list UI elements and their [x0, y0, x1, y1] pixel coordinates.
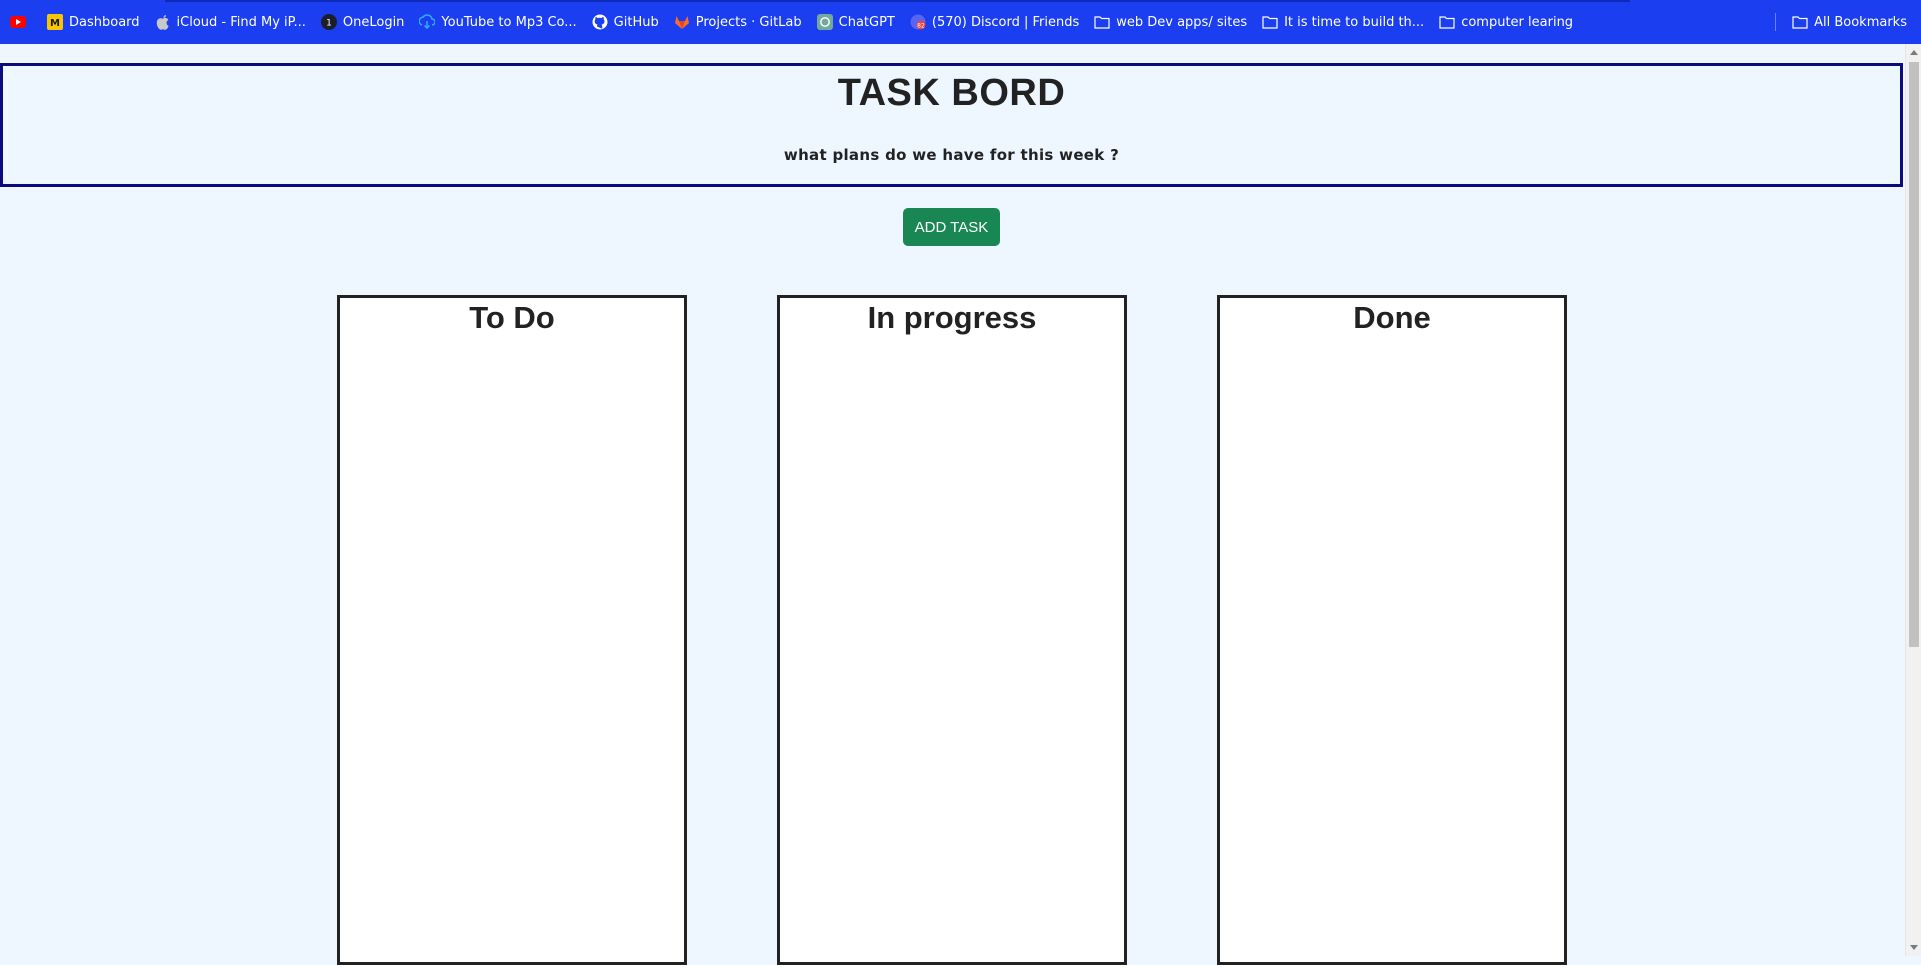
in-progress-column[interactable]: In progress [777, 295, 1127, 965]
bookmark-discord[interactable]: 82 (570) Discord | Friends [910, 14, 1079, 30]
svg-text:M: M [50, 18, 60, 29]
page-header: TASK BORD what plans do we have for this… [0, 63, 1903, 187]
page-title: TASK BORD [837, 72, 1066, 114]
chatgpt-icon [816, 14, 833, 30]
all-bookmarks-button[interactable]: All Bookmarks [1792, 14, 1907, 30]
bookmark-label: computer learing [1461, 14, 1574, 30]
bookmark-folder-webdev[interactable]: web Dev apps/ sites [1094, 14, 1247, 30]
vertical-scrollbar[interactable] [1905, 44, 1921, 956]
bookmark-label: Dashboard [69, 14, 140, 30]
folder-icon [1439, 14, 1455, 30]
done-column[interactable]: Done [1217, 295, 1567, 965]
bookmark-chatgpt[interactable]: ChatGPT [816, 14, 895, 30]
discord-icon: 82 [910, 14, 926, 30]
bookmarks-bar: M Dashboard iCloud - Find My iP... 1 One… [0, 0, 1921, 44]
bookmark-label: Projects · GitLab [695, 14, 802, 30]
scroll-down-icon[interactable] [1910, 945, 1918, 950]
column-title: Done [1353, 300, 1431, 335]
bookmark-folder-build[interactable]: It is time to build th... [1262, 14, 1424, 30]
bookmark-label: YouTube to Mp3 Co... [441, 14, 577, 30]
bookmark-label: (570) Discord | Friends [931, 14, 1080, 30]
bookmark-label: ChatGPT [838, 14, 895, 30]
bookmark-label: web Dev apps/ sites [1116, 14, 1248, 30]
add-task-button[interactable]: ADD TASK [903, 208, 1000, 246]
bookmark-youtube-mp3[interactable]: YouTube to Mp3 Co... [419, 14, 577, 30]
onelogin-icon: 1 [320, 14, 337, 30]
all-bookmarks-label: All Bookmarks [1814, 14, 1907, 30]
bookmark-dashboard[interactable]: M Dashboard [47, 14, 140, 30]
apple-icon [155, 14, 171, 30]
svg-text:1: 1 [326, 19, 332, 29]
svg-text:82: 82 [917, 23, 925, 30]
todo-column[interactable]: To Do [337, 295, 687, 965]
folder-icon [1094, 14, 1110, 30]
bookmark-youtube[interactable] [10, 14, 32, 30]
github-icon [592, 14, 608, 30]
dashboard-icon: M [47, 14, 63, 30]
folder-icon [1262, 14, 1278, 30]
column-title: In progress [867, 300, 1037, 335]
gitlab-icon [674, 14, 690, 30]
scroll-thumb[interactable] [1909, 62, 1919, 647]
bookmark-label: GitHub [613, 14, 659, 30]
download-icon [419, 14, 436, 30]
bookmark-onelogin[interactable]: 1 OneLogin [320, 14, 405, 30]
folder-icon [1792, 14, 1808, 30]
bookmark-label: iCloud - Find My iP... [176, 14, 306, 30]
bookmark-gitlab[interactable]: Projects · GitLab [674, 14, 802, 30]
bookmark-github[interactable]: GitHub [592, 14, 659, 30]
bookmark-folder-computer-learning[interactable]: computer learing [1439, 14, 1573, 30]
bookmark-icloud[interactable]: iCloud - Find My iP... [155, 14, 306, 30]
scroll-up-icon[interactable] [1910, 50, 1918, 55]
bookmark-label: OneLogin [342, 14, 405, 30]
column-title: To Do [469, 300, 555, 335]
youtube-icon [10, 14, 26, 30]
bookmark-label: It is time to build th... [1284, 14, 1425, 30]
page-subtitle: what plans do we have for this week ? [783, 146, 1120, 164]
tab-strip-edge [165, 0, 1630, 2]
bookmarks-separator [1775, 13, 1777, 31]
